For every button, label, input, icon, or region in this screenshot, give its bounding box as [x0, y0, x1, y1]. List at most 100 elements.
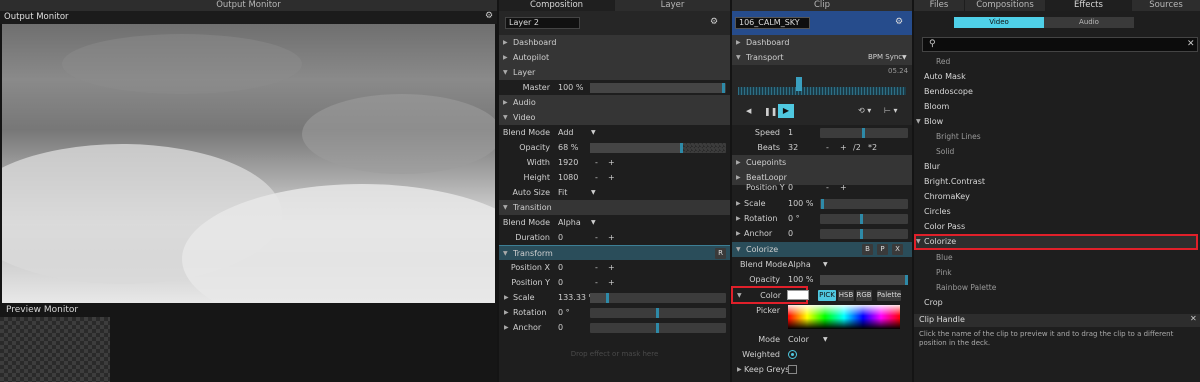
- param-value[interactable]: 1920: [558, 155, 578, 170]
- tab-composition[interactable]: Composition: [499, 0, 614, 11]
- color-picker[interactable]: [788, 305, 900, 329]
- decrement-button[interactable]: -: [595, 275, 598, 290]
- param-value[interactable]: 0 °: [558, 305, 570, 320]
- bpm-sync-dropdown[interactable]: BPM Sync: [868, 50, 902, 65]
- param-value[interactable]: 100 %: [788, 272, 813, 287]
- param-value[interactable]: 0: [558, 320, 563, 335]
- section-transport[interactable]: ▼ Transport BPM Sync ▼: [732, 50, 912, 65]
- layer-name-field[interactable]: Layer 2: [505, 17, 580, 29]
- auto-size-dropdown[interactable]: Fit: [558, 185, 567, 200]
- search-input[interactable]: [943, 39, 1173, 50]
- pick-mode-button[interactable]: PICK: [818, 290, 836, 301]
- list-item[interactable]: Circles: [924, 204, 951, 219]
- decrement-button[interactable]: -: [595, 170, 598, 185]
- list-item[interactable]: Solid: [936, 144, 954, 159]
- close-icon[interactable]: ✕: [1187, 39, 1195, 49]
- clip-name-field[interactable]: 106_CALM_SKY: [735, 17, 810, 29]
- param-value[interactable]: 1: [788, 125, 793, 140]
- master-slider[interactable]: [590, 83, 726, 93]
- section-autopilot[interactable]: ▶ Autopilot: [499, 50, 730, 65]
- list-item[interactable]: Pink: [936, 265, 952, 280]
- weighted-radio[interactable]: [788, 350, 797, 359]
- param-value[interactable]: 0: [788, 182, 793, 194]
- param-value[interactable]: 1080: [558, 170, 578, 185]
- bypass-button[interactable]: B: [862, 244, 873, 255]
- param-value[interactable]: 100 %: [788, 196, 813, 211]
- color-swatch[interactable]: [787, 290, 809, 300]
- decrement-button[interactable]: -: [595, 155, 598, 170]
- chevron-down-icon[interactable]: ▼: [823, 332, 828, 347]
- param-value[interactable]: 0: [788, 226, 793, 241]
- list-item[interactable]: Bright Lines: [936, 129, 981, 144]
- preset-button[interactable]: P: [877, 244, 888, 255]
- list-item[interactable]: Rainbow Palette: [936, 280, 996, 295]
- chevron-down-icon[interactable]: ▼: [591, 125, 596, 140]
- chevron-right-icon[interactable]: ▶: [736, 226, 741, 241]
- list-item[interactable]: Blur: [924, 159, 940, 174]
- chevron-right-icon[interactable]: ▶: [736, 196, 741, 211]
- section-dashboard[interactable]: ▶ Dashboard: [732, 35, 912, 50]
- chevron-down-icon[interactable]: ▼: [591, 185, 596, 200]
- filter-audio[interactable]: Audio: [1044, 17, 1134, 28]
- list-item[interactable]: Crop: [924, 295, 943, 310]
- list-item[interactable]: Bright.Contrast: [924, 174, 985, 189]
- tab-files[interactable]: Files: [914, 0, 964, 11]
- section-colorize[interactable]: ▼ Colorize B P X: [732, 242, 912, 257]
- chevron-down-icon[interactable]: ▼: [916, 118, 921, 125]
- scale-slider[interactable]: [590, 293, 726, 303]
- param-value[interactable]: 0 °: [788, 211, 800, 226]
- mode-dropdown[interactable]: Color: [788, 332, 809, 347]
- gear-icon[interactable]: ⚙: [485, 11, 493, 21]
- chevron-right-icon[interactable]: ▶: [504, 290, 509, 305]
- rotation-slider[interactable]: [590, 308, 726, 318]
- playhead[interactable]: [796, 77, 802, 91]
- param-value[interactable]: 68 %: [558, 140, 578, 155]
- chevron-down-icon[interactable]: ▼: [902, 50, 907, 65]
- blend-mode-dropdown[interactable]: Alpha: [788, 257, 811, 272]
- increment-button[interactable]: +: [840, 140, 847, 155]
- direction-icon[interactable]: ⊢ ▾: [884, 106, 898, 115]
- loop-mode-icon[interactable]: ⟲ ▾: [858, 106, 871, 115]
- tab-effects[interactable]: Effects: [1046, 0, 1131, 11]
- remove-effect-button[interactable]: X: [892, 244, 903, 255]
- chevron-down-icon[interactable]: ▼: [591, 215, 596, 230]
- speed-slider[interactable]: [820, 128, 908, 138]
- blend-mode-dropdown[interactable]: Add: [558, 125, 574, 140]
- decrement-button[interactable]: -: [595, 230, 598, 245]
- increment-button[interactable]: +: [608, 260, 615, 275]
- decrement-button[interactable]: -: [826, 140, 829, 155]
- increment-button[interactable]: +: [608, 230, 615, 245]
- list-item[interactable]: Bloom: [924, 99, 949, 114]
- section-audio[interactable]: ▶ Audio: [499, 95, 730, 110]
- tab-compositions[interactable]: Compositions: [965, 0, 1045, 11]
- chevron-down-icon[interactable]: ▼: [737, 288, 742, 303]
- param-value[interactable]: 0: [558, 230, 563, 245]
- anchor-slider[interactable]: [820, 229, 908, 239]
- param-value[interactable]: 0: [558, 260, 563, 275]
- opacity-slider[interactable]: [590, 143, 726, 153]
- section-video[interactable]: ▼ Video: [499, 110, 730, 125]
- decrement-button[interactable]: -: [595, 260, 598, 275]
- reset-button[interactable]: R: [715, 248, 726, 259]
- param-value[interactable]: 32: [788, 140, 798, 155]
- chevron-right-icon[interactable]: ▶: [736, 211, 741, 226]
- chevron-right-icon[interactable]: ▶: [504, 305, 509, 320]
- section-layer[interactable]: ▼ Layer: [499, 65, 730, 80]
- increment-button[interactable]: +: [608, 155, 615, 170]
- scale-slider[interactable]: [820, 199, 908, 209]
- tab-layer[interactable]: Layer: [615, 0, 730, 11]
- list-item[interactable]: Blue: [936, 250, 953, 265]
- effects-search[interactable]: ⚲ ✕: [922, 37, 1198, 52]
- section-transition[interactable]: ▼ Transition: [499, 200, 730, 215]
- list-item[interactable]: Auto Mask: [924, 69, 966, 84]
- transition-blend-dropdown[interactable]: Alpha: [558, 215, 581, 230]
- section-cuepoints[interactable]: ▶ Cuepoints: [732, 155, 912, 170]
- list-item[interactable]: Red: [936, 54, 950, 69]
- keep-greys-checkbox[interactable]: [788, 365, 797, 374]
- halve-button[interactable]: /2: [853, 140, 861, 155]
- chevron-down-icon[interactable]: ▼: [916, 238, 921, 245]
- close-icon[interactable]: ✕: [1190, 314, 1197, 323]
- chevron-down-icon[interactable]: ▼: [823, 257, 828, 272]
- rgb-mode-button[interactable]: RGB: [856, 290, 872, 301]
- gear-icon[interactable]: ⚙: [895, 17, 903, 27]
